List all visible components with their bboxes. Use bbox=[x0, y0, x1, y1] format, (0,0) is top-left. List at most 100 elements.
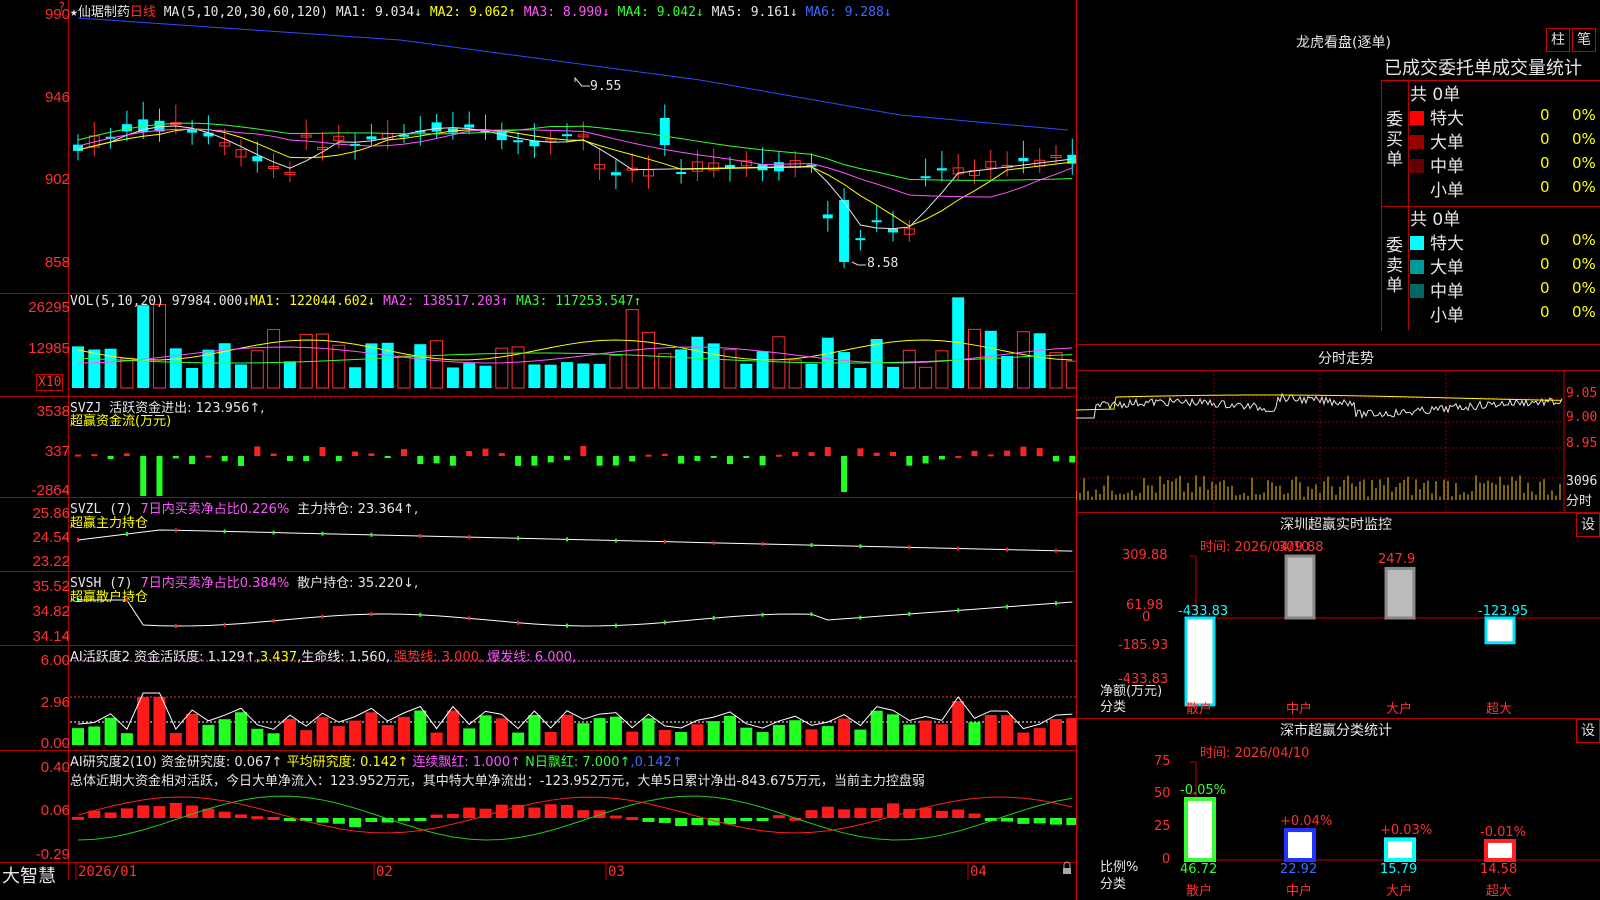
flow-bar bbox=[140, 456, 147, 496]
volume-bar bbox=[544, 364, 557, 388]
activity-bar bbox=[365, 712, 378, 745]
flow-bar bbox=[922, 456, 929, 464]
intraday-y-label-0: 9.05 bbox=[1566, 386, 1598, 401]
flow-bar bbox=[368, 453, 375, 456]
order-row-2: 中单 bbox=[1410, 277, 1464, 302]
ai-research-header: AI研究度2(10) 资金研究度: 0.067↑ 平均研究度: 0.142↑ 连… bbox=[70, 751, 683, 770]
order-count: 0 bbox=[1540, 279, 1550, 297]
sz-classify-settings-button[interactable]: 设 bbox=[1576, 719, 1600, 743]
volume-bar bbox=[235, 364, 247, 388]
activity-bar bbox=[528, 715, 541, 745]
activity-bar bbox=[838, 718, 851, 745]
order-size-label: 特大 bbox=[1430, 109, 1464, 129]
ai-research-y-label-2: -0.29 bbox=[35, 846, 70, 863]
sz-monitor-y-label-3: -185.93 bbox=[1118, 638, 1169, 653]
tick-mode-button[interactable]: 笔 bbox=[1572, 28, 1596, 52]
sz-monitor-value-label: 247.9 bbox=[1378, 552, 1416, 568]
candle-body bbox=[839, 200, 850, 262]
volume-bar bbox=[625, 309, 639, 389]
volume-bar bbox=[283, 361, 296, 388]
activity-bar bbox=[72, 728, 84, 745]
ai-research-summary: 总体近期大资金相对活跃，今日大单净流入：123.952万元，其中特大单净流出：-… bbox=[70, 774, 925, 789]
sz-monitor-y-label-0: 309.88 bbox=[1122, 548, 1168, 563]
candle-body bbox=[871, 220, 882, 223]
high-price-label: 9.55 bbox=[590, 79, 622, 94]
research-bar bbox=[642, 818, 655, 822]
candle-body bbox=[610, 172, 621, 176]
volume-bar bbox=[430, 340, 444, 389]
research-bar bbox=[72, 816, 84, 820]
buy-side-label: 委买单 bbox=[1386, 110, 1403, 170]
sz-classify-change-label: -0.05% bbox=[1180, 782, 1226, 798]
research-bar bbox=[349, 818, 362, 828]
order-size-label: 小单 bbox=[1430, 306, 1464, 326]
research-bar bbox=[235, 814, 247, 818]
vol-y-label-0: 26295 bbox=[28, 299, 70, 316]
sz-classify-bar bbox=[1484, 838, 1516, 862]
volume-bar bbox=[788, 359, 802, 389]
flow-bar bbox=[91, 454, 98, 457]
activity-bar bbox=[283, 719, 296, 745]
volume-bar bbox=[332, 344, 346, 389]
svsh-line-tick bbox=[566, 623, 568, 628]
flow-bar bbox=[596, 456, 603, 466]
order-size-label: 大单 bbox=[1430, 258, 1464, 278]
bar-mode-button[interactable]: 柱 bbox=[1546, 28, 1570, 52]
svzl-line-tick bbox=[810, 543, 813, 548]
research-bar bbox=[153, 806, 166, 818]
order-pct: 0% bbox=[1572, 303, 1596, 321]
volume-bar bbox=[446, 367, 459, 388]
activity-bar bbox=[88, 726, 101, 745]
activity-bar bbox=[789, 720, 802, 745]
order-size-label: 大单 bbox=[1430, 133, 1464, 153]
vol-label: VOL(5,10,20) bbox=[70, 294, 164, 309]
research-bar bbox=[251, 816, 264, 820]
candle-body bbox=[464, 124, 475, 128]
svzj-y-label-2: -2864 bbox=[31, 482, 70, 499]
activity-bar bbox=[349, 720, 362, 745]
volume-bar bbox=[88, 349, 101, 388]
research-bar bbox=[137, 805, 150, 818]
candle-body bbox=[252, 156, 263, 162]
order-row-3: 小单 bbox=[1410, 176, 1464, 201]
svsh-value: 散户持仓: 35.220↓, bbox=[297, 576, 419, 591]
flow-bar bbox=[123, 453, 130, 456]
intraday-y-label-2: 8.95 bbox=[1566, 436, 1598, 451]
flow-bar bbox=[352, 451, 359, 456]
sz-monitor-value-label: -433.83 bbox=[1178, 604, 1229, 619]
sz-classify-value-label: 15.79 bbox=[1380, 862, 1418, 877]
research-bar bbox=[332, 818, 345, 824]
intraday-vol-unit: 分时 bbox=[1566, 494, 1593, 509]
order-stats-col-line bbox=[1408, 80, 1409, 330]
research-bar bbox=[772, 815, 785, 819]
flow-bar bbox=[987, 454, 994, 457]
svsh-subtitle: 超赢散户持仓 bbox=[70, 590, 149, 605]
sz-classify-title: 深市超赢分类统计 bbox=[1280, 723, 1392, 739]
volume-bar bbox=[1065, 360, 1076, 389]
flow-bar bbox=[661, 453, 668, 456]
flow-bar bbox=[449, 456, 456, 466]
flow-bar bbox=[955, 455, 962, 458]
order-count: 0 bbox=[1540, 130, 1550, 148]
flow-bar bbox=[792, 451, 799, 456]
flow-bar bbox=[678, 456, 685, 464]
activity-bar bbox=[609, 716, 622, 745]
flow-bar bbox=[417, 456, 424, 465]
research-bar bbox=[854, 808, 867, 818]
vol-unit-badge: X10 bbox=[36, 374, 64, 391]
sz-monitor-settings-button[interactable]: 设 bbox=[1576, 513, 1600, 537]
order-size-label: 小单 bbox=[1430, 181, 1464, 201]
activity-bar bbox=[398, 716, 410, 745]
volume-bar bbox=[479, 365, 492, 388]
activity-bar bbox=[756, 732, 769, 745]
volume-bar bbox=[1001, 355, 1014, 388]
sz-monitor-y-label-2: 0 bbox=[1142, 610, 1151, 625]
intraday-chart[interactable] bbox=[1076, 370, 1600, 512]
activity-bar bbox=[1001, 715, 1014, 745]
volume-bar bbox=[935, 350, 949, 389]
activity-bar bbox=[495, 718, 508, 745]
research-bar bbox=[1050, 818, 1062, 825]
flow-bar bbox=[938, 456, 945, 460]
activity-bar bbox=[854, 729, 867, 745]
flow-bar bbox=[824, 447, 831, 456]
